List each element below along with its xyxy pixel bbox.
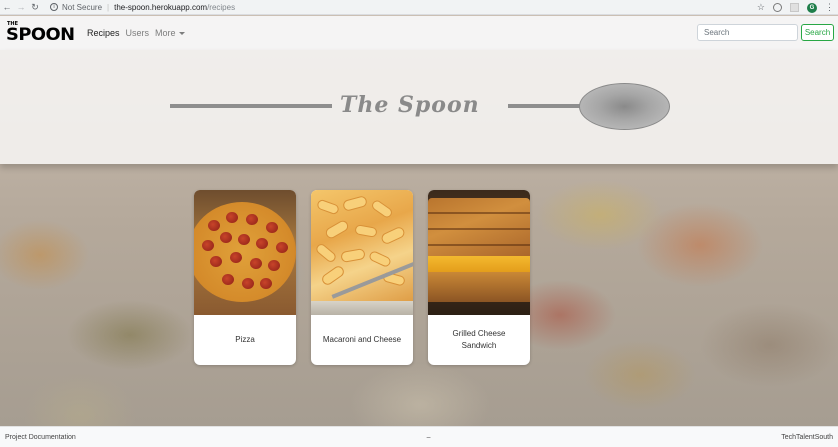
nav-dropdown-more[interactable]: More [155,28,185,38]
browser-toolbar: ← → ↻ i Not Secure | the-spoon.herokuapp… [0,0,838,15]
grill-mark [428,228,530,230]
recipe-card-pizza[interactable]: Pizza [194,190,296,365]
hero-banner: The Spoon [0,50,838,164]
search-input[interactable] [697,24,798,41]
spoon-handle-left [170,104,332,108]
star-icon[interactable]: ☆ [757,2,765,13]
pepperoni [256,238,268,249]
site-footer: Project Documentation – TechTalentSouth [0,426,838,447]
logo-main-text: SPOON [6,25,75,45]
grill-mark [428,212,530,214]
nav-links: Recipes Users More [87,28,185,38]
noodle [341,195,369,212]
noodle [379,225,407,246]
info-icon[interactable]: i [50,3,58,11]
noodle [340,247,366,264]
pepperoni [222,274,234,285]
reload-icon[interactable]: ↻ [28,2,42,13]
noodle [354,224,378,238]
recipe-name[interactable]: Grilled Cheese Sandwich [428,315,530,365]
pepperoni [208,220,220,231]
spoon-bowl-graphic [579,83,670,130]
pepperoni [246,214,258,225]
extension-icon-2[interactable] [790,3,799,12]
noodle [314,242,338,264]
pepperoni [220,232,232,243]
grill-mark [428,244,530,246]
project-documentation-link[interactable]: Project Documentation [5,434,76,441]
url-separator: | [107,2,110,12]
back-arrow-icon[interactable]: ← [0,2,14,12]
macaroni-image [311,190,413,315]
pepperoni [202,240,214,251]
hero-title: The Spoon [340,92,480,118]
recipe-card-grilled-cheese[interactable]: Grilled Cheese Sandwich [428,190,530,365]
forward-arrow-icon[interactable]: → [14,2,28,12]
pepperoni [276,242,288,253]
pepperoni [250,258,262,269]
url-path: /recipes [207,2,236,12]
pepperoni [238,234,250,245]
recipe-name[interactable]: Pizza [194,315,296,365]
pepperoni [226,212,238,223]
noodle [315,198,341,216]
pizza-image [194,190,296,315]
recipe-card-macaroni[interactable]: Macaroni and Cheese [311,190,413,365]
noodle [370,198,394,220]
security-label: Not Secure [62,2,103,12]
pepperoni [230,252,242,263]
bowl-edge [311,301,413,315]
nav-dropdown-more-label: More [155,28,176,38]
the-spoon-logo[interactable]: THE SPOON [6,20,78,46]
nav-link-users[interactable]: Users [126,28,150,38]
site-navbar: THE SPOON Recipes Users More Search [0,16,838,50]
address-bar[interactable]: i Not Secure | the-spoon.herokuapp.com/r… [50,3,235,12]
extension-icon[interactable] [773,3,782,12]
pepperoni [260,278,272,289]
profile-avatar[interactable]: G [807,2,817,13]
bread-bottom [428,272,530,302]
browser-actions: ☆ G ⋮ [757,0,834,15]
search-button[interactable]: Search [801,24,834,41]
noodle [320,264,346,287]
spoon-handle-right [508,104,580,108]
recipe-card-list: Pizza Macaroni and Cheese Grilled Cheese… [194,190,530,365]
footer-separator: – [426,433,431,441]
grilled-cheese-image [428,190,530,315]
pepperoni [266,222,278,233]
pepperoni [210,256,222,267]
footer-credit: TechTalentSouth [781,433,833,441]
noodle [323,218,351,241]
pepperoni [242,278,254,289]
url-host: the-spoon.herokuapp.com [114,2,208,12]
kebab-menu-icon[interactable]: ⋮ [825,2,834,13]
nav-link-recipes[interactable]: Recipes [87,28,120,38]
noodle [367,249,393,269]
pepperoni [268,260,280,271]
recipe-name[interactable]: Macaroni and Cheese [311,315,413,365]
caret-down-icon [178,32,185,36]
